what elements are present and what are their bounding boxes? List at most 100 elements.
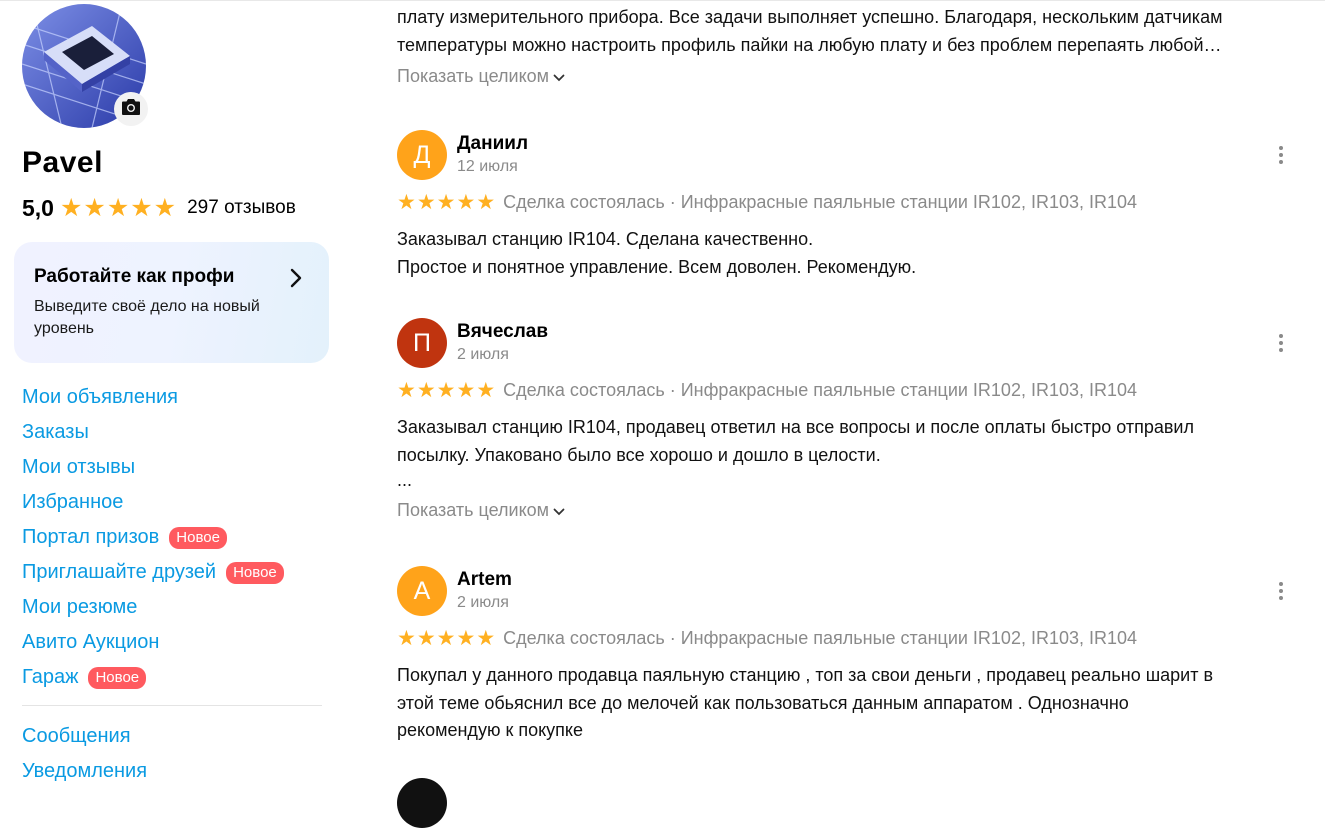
star-icon: ★ [397,379,416,402]
rating-stars: ★ ★ ★ ★ ★ [59,193,177,222]
sidebar-item-my-resumes[interactable]: Мои резюме [22,590,284,625]
deal-info: Сделка состоялась · Инфракрасные паяльны… [503,380,1138,400]
chevron-right-icon [286,266,306,290]
show-full-review-button[interactable]: Показать целиком [397,66,565,87]
sidebar-item-auction[interactable]: Авито Аукцион [22,625,284,660]
star-icon: ★ [397,627,416,650]
sidebar-menu: Мои объявления Заказы Мои отзывы Избранн… [22,380,284,695]
sidebar-item-invite-friends[interactable]: Приглашайте друзей Новое [22,555,284,590]
new-badge: Новое [226,561,284,584]
star-icon: ★ [456,627,476,650]
review-text-partial: плату измерительного прибора. Все задачи… [397,4,1297,59]
menu-label: Портал призов [22,526,160,548]
star-icon: ★ [59,193,83,222]
more-vertical-icon[interactable] [1277,332,1285,354]
review-date: 12 июля [457,158,518,175]
star-icon: ★ [456,191,476,214]
reviewer-name[interactable]: Даниил [457,133,528,155]
star-icon: ★ [436,191,456,214]
menu-label: Мои резюме [22,596,138,618]
sidebar-menu-secondary: Сообщения Уведомления [22,719,147,789]
star-icon: ★ [416,627,436,650]
show-more-label: Показать целиком [397,500,550,520]
reviewer-avatar[interactable] [397,778,447,828]
star-icon: ★ [153,193,177,222]
profile-name: Pavel [22,146,103,179]
sidebar-item-messages[interactable]: Сообщения [22,719,147,754]
rating-value: 5,0 [22,194,54,221]
review-meta: ★ ★ ★ ★ ★ Сделка состоялась · Инфракрасные п… [397,192,1137,213]
review-line: этой теме обьяснил все до мелочей как по… [397,692,1129,713]
star-icon: ★ [476,379,496,402]
deal-info: Сделка состоялась · Инфракрасные паяльны… [503,192,1138,212]
sidebar-item-prize-portal[interactable]: Портал призов Новое [22,520,284,555]
show-full-review-button[interactable]: Показать целиком [397,500,565,521]
star-icon: ★ [476,627,496,650]
sidebar-item-favorites[interactable]: Избранное [22,485,284,520]
review-line: плату измерительного прибора. Все задачи… [397,7,1223,27]
sidebar-item-garage[interactable]: Гараж Новое [22,660,284,695]
menu-label: Избранное [22,491,124,513]
star-icon: ★ [130,193,153,222]
promo-text: Выведите своё дело на новый уровень [34,298,260,337]
reviewer-avatar[interactable]: П [397,318,447,368]
change-photo-button[interactable] [114,92,148,126]
reviewer-avatar[interactable]: A [397,566,447,616]
more-vertical-icon[interactable] [1277,580,1285,602]
promo-title: Работайте как профи [34,266,235,287]
star-icon: ★ [83,193,106,222]
top-divider [0,0,1325,1]
star-icon: ★ [476,191,496,214]
review-line: ... [397,470,413,490]
menu-label: Заказы [22,421,89,443]
deal-info: Сделка состоялась · Инфракрасные паяльны… [503,628,1138,648]
avatar-initial: П [413,328,431,357]
profile-avatar-block [22,4,148,128]
camera-icon [121,98,141,121]
menu-label: Уведомления [22,760,148,782]
review-text: Заказывал станцию IR104, продавец ответи… [397,414,1297,491]
new-badge: Новое [169,526,227,549]
reviewer-name[interactable]: Artem [457,569,512,591]
menu-label: Приглашайте друзей [22,561,217,583]
avatar-initial: Д [413,140,431,169]
review-date: 2 июля [457,346,509,363]
reviewer-name[interactable]: Вячеслав [457,321,548,343]
menu-divider [22,705,322,706]
review-meta: ★ ★ ★ ★ ★ Сделка состоялась · Инфракрасные п… [397,628,1137,649]
menu-label: Авито Аукцион [22,631,160,653]
star-icon: ★ [436,379,456,402]
avatar-initial: A [413,576,431,605]
sidebar-item-orders[interactable]: Заказы [22,415,284,450]
reviewer-avatar[interactable]: Д [397,130,447,180]
star-icon: ★ [397,191,416,214]
menu-label: Мои отзывы [22,456,136,478]
sidebar-item-notifications[interactable]: Уведомления [22,754,147,789]
pro-promo-card[interactable]: Работайте как профи Выведите своё дело н… [14,242,329,363]
new-badge: Новое [88,666,147,689]
star-icon: ★ [416,191,436,214]
review-line: Покупал у данного продавца паяльную стан… [397,665,1214,685]
reviews-count-link[interactable]: 297 отзывов [187,197,296,219]
review-line: рекомендую к покупке [397,720,583,740]
review-text: Заказывал станцию IR104. Сделана качеств… [397,226,1297,281]
profile-rating[interactable]: 5,0 ★ ★ ★ ★ ★ 297 отзывов [22,194,296,222]
show-more-label: Показать целиком [397,66,550,86]
menu-label: Мои объявления [22,386,178,408]
review-text: Покупал у данного продавца паяльную стан… [397,662,1297,745]
review-line: посылку. Упаковано было все хорошо и дош… [397,444,881,465]
chevron-down-icon [549,500,565,521]
review-meta: ★ ★ ★ ★ ★ Сделка состоялась · Инфракрасные п… [397,380,1137,401]
more-vertical-icon[interactable] [1277,144,1285,166]
menu-label: Гараж [22,666,79,688]
review-line: Простое и понятное управление. Всем дово… [397,256,917,277]
star-icon: ★ [436,627,456,650]
review-line: Заказывал станцию IR104. Сделана качеств… [397,229,814,249]
chevron-down-icon [549,66,565,87]
star-icon: ★ [106,193,130,222]
star-icon: ★ [456,379,476,402]
review-line: Заказывал станцию IR104, продавец ответи… [397,417,1194,437]
sidebar-item-my-reviews[interactable]: Мои отзывы [22,450,284,485]
star-icon: ★ [416,379,436,402]
sidebar-item-my-ads[interactable]: Мои объявления [22,380,284,415]
